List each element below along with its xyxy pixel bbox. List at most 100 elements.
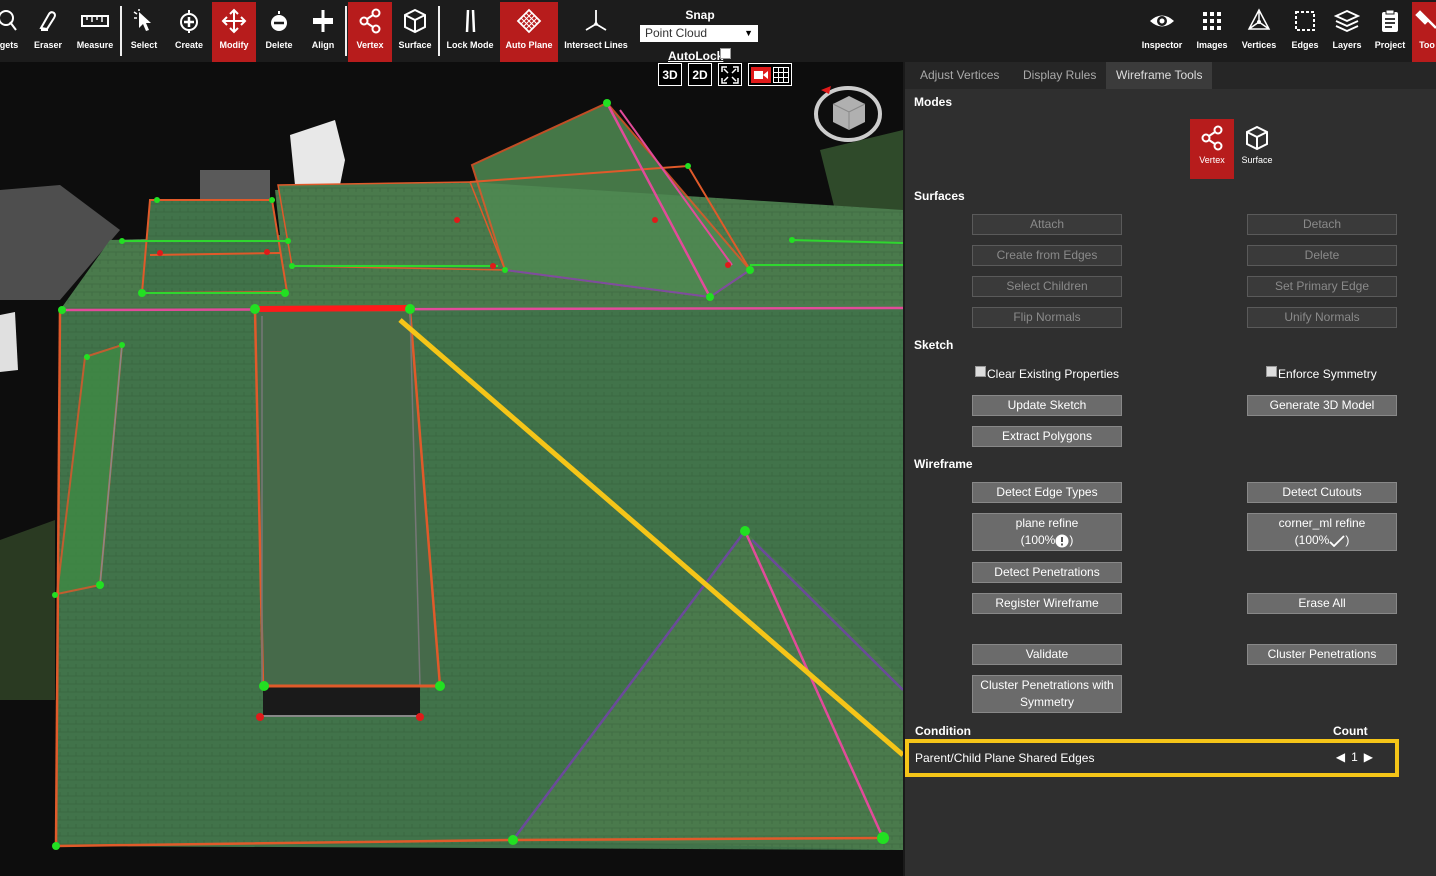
panel-tabs: Adjust Vertices Display Rules Wireframe … [905, 62, 1436, 89]
condition-row-highlighted[interactable]: Parent/Child Plane Shared Edges ◀ 1 ▶ [905, 739, 1399, 777]
checkbox-box[interactable] [1266, 365, 1277, 377]
auto-plane-icon [516, 8, 542, 34]
checkmark-icon [1329, 534, 1345, 547]
autolock-checkbox[interactable] [720, 48, 731, 59]
tool-tools[interactable]: Too [1412, 2, 1436, 62]
tab-wireframe-tools[interactable]: Wireframe Tools [1106, 62, 1213, 89]
tool-align[interactable]: Align [302, 2, 344, 62]
tool-layers[interactable]: Layers [1326, 2, 1368, 62]
clipboard-icon [1382, 9, 1398, 32]
delete-surface-button[interactable]: Delete [1247, 245, 1397, 266]
surfaces-heading: Surfaces [914, 189, 965, 203]
tool-intersect-lines[interactable]: Intersect Lines [562, 2, 630, 62]
tab-display-rules[interactable]: Display Rules [1013, 62, 1106, 89]
tool-label: Inspector [1141, 40, 1183, 50]
plane-refine-progress: (100% [1020, 533, 1056, 547]
tool-lock-mode[interactable]: Lock Mode [444, 2, 496, 62]
tool-label: Create [174, 40, 203, 50]
enforce-symmetry-checkbox[interactable]: Enforce Symmetry [1266, 365, 1377, 381]
tool-eraser[interactable]: Eraser [30, 2, 66, 62]
eye-icon [1150, 15, 1174, 27]
wireframe-heading: Wireframe [914, 457, 973, 471]
erase-all-button[interactable]: Erase All [1247, 593, 1397, 614]
cursor-icon [133, 9, 151, 31]
extract-polygons-button[interactable]: Extract Polygons [972, 426, 1122, 447]
next-arrow-icon[interactable]: ▶ [1364, 750, 1373, 764]
flip-normals-button[interactable]: Flip Normals [972, 307, 1122, 328]
video-camera-icon [751, 66, 771, 83]
generate-3d-model-button[interactable]: Generate 3D Model [1247, 395, 1397, 416]
tool-label: Delete [265, 40, 293, 50]
tool-measure[interactable]: Measure [72, 2, 118, 62]
detect-edge-types-button[interactable]: Detect Edge Types [972, 482, 1122, 503]
tool-edges[interactable]: Edges [1284, 2, 1326, 62]
create-from-edges-button[interactable]: Create from Edges [972, 245, 1122, 266]
tool-vertex[interactable]: Vertex [348, 2, 392, 62]
clear-existing-properties-checkbox[interactable]: Clear Existing Properties [975, 365, 1119, 381]
condition-count-stepper: ◀ 1 ▶ [1336, 750, 1373, 764]
update-sketch-button[interactable]: Update Sketch [972, 395, 1122, 416]
tool-auto-plane[interactable]: Auto Plane [500, 2, 558, 62]
tool-label: Images [1196, 40, 1228, 50]
snap-control: Snap Point Cloud ▼ [640, 8, 760, 42]
corner-refine-progress: (100% [1294, 533, 1330, 547]
condition-name: Parent/Child Plane Shared Edges [915, 751, 1095, 765]
tool-inspector[interactable]: Inspector [1140, 2, 1184, 62]
delete-icon [271, 11, 287, 31]
highlighted-shared-edge[interactable] [254, 305, 411, 312]
tool-select[interactable]: Select [124, 2, 164, 62]
tool-label: Layers [1332, 40, 1362, 50]
detect-penetrations-button[interactable]: Detect Penetrations [972, 562, 1122, 583]
snap-value: Point Cloud [645, 26, 708, 40]
snap-select[interactable]: Point Cloud ▼ [640, 25, 758, 42]
create-plus-icon [180, 10, 198, 33]
camera-grid-button[interactable] [748, 63, 792, 86]
condition-count: 1 [1351, 750, 1358, 764]
tool-images[interactable]: Images [1190, 2, 1234, 62]
tool-label: Vertex [356, 40, 384, 50]
navigation-cube-icon[interactable] [813, 82, 883, 144]
detect-cutouts-button[interactable]: Detect Cutouts [1247, 482, 1397, 503]
prev-arrow-icon[interactable]: ◀ [1336, 750, 1345, 764]
tool-create[interactable]: Create [168, 2, 210, 62]
validate-button[interactable]: Validate [972, 644, 1122, 665]
set-primary-edge-button[interactable]: Set Primary Edge [1247, 276, 1397, 297]
tool-label: Align [311, 40, 335, 50]
mode-surface-button[interactable]: Surface [1235, 119, 1279, 179]
view-2d-button[interactable]: 2D [688, 63, 712, 86]
tool-label: Too [1419, 40, 1435, 50]
detach-button[interactable]: Detach [1247, 214, 1397, 235]
3d-viewport[interactable] [0, 62, 903, 876]
tool-surface[interactable]: Surface [394, 2, 436, 62]
tools-icon [1415, 10, 1436, 29]
fullscreen-button[interactable] [718, 63, 742, 86]
lock-mode-icon [465, 9, 476, 33]
corner-refine-close: ) [1345, 533, 1350, 547]
checkbox-box[interactable] [975, 365, 986, 377]
mode-vertex-button[interactable]: Vertex [1190, 119, 1234, 179]
condition-column-header: Condition [915, 724, 971, 738]
select-children-button[interactable]: Select Children [972, 276, 1122, 297]
sketch-heading: Sketch [914, 338, 954, 352]
view-3d-button[interactable]: 3D [658, 63, 682, 86]
cluster-penetrations-symmetry-button[interactable]: Cluster Penetrations with Symmetry [972, 675, 1122, 713]
tool-widgets[interactable]: gets [0, 2, 24, 62]
plane-refine-button[interactable]: plane refine (100% ) [972, 513, 1122, 551]
corner-ml-refine-button[interactable]: corner_ml refine (100% ) [1247, 513, 1397, 551]
tool-delete[interactable]: Delete [258, 2, 300, 62]
attach-button[interactable]: Attach [972, 214, 1122, 235]
unify-normals-button[interactable]: Unify Normals [1247, 307, 1397, 328]
plane-refine-close: ) [1069, 533, 1074, 547]
tool-vertices[interactable]: Vertices [1236, 2, 1282, 62]
cube-icon [1246, 125, 1268, 151]
tool-project[interactable]: Project [1368, 2, 1412, 62]
roof-wireframe-scene[interactable] [0, 62, 903, 876]
cluster-penetrations-button[interactable]: Cluster Penetrations [1247, 644, 1397, 665]
vertex-icon [1201, 125, 1223, 151]
register-wireframe-button[interactable]: Register Wireframe [972, 593, 1122, 614]
tool-modify[interactable]: Modify [212, 2, 256, 62]
tab-adjust-vertices[interactable]: Adjust Vertices [910, 62, 1009, 89]
edges-icon [1295, 11, 1315, 31]
intersect-lines-icon [585, 10, 607, 31]
tool-label: Edges [1291, 40, 1319, 50]
